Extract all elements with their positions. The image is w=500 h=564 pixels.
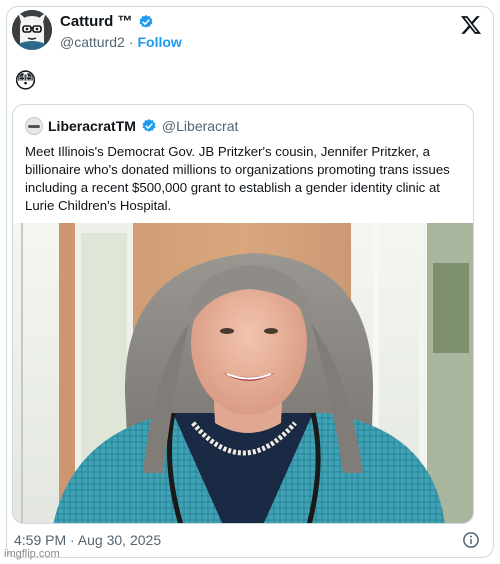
follow-button[interactable]: Follow (137, 34, 181, 50)
quoted-author-row: LiberacratTM @Liberacrat (25, 117, 238, 135)
quoted-photo[interactable] (13, 223, 473, 523)
portrait-photo-image (13, 223, 473, 523)
quoted-author-avatar[interactable] (25, 117, 43, 135)
author-avatar[interactable] (12, 10, 52, 50)
cat-avatar-icon (12, 10, 52, 50)
imgflip-watermark: imgflip.com (4, 548, 60, 560)
quoted-display-name[interactable]: LiberacratTM (48, 118, 136, 134)
author-name-row[interactable]: Catturd ™ (60, 13, 154, 30)
verified-badge-icon (139, 14, 152, 28)
x-logo-icon[interactable] (460, 14, 482, 36)
quoted-handle[interactable]: @Liberacrat (162, 118, 238, 134)
quoted-tweet[interactable]: LiberacratTM @Liberacrat Meet Illinois's… (12, 104, 474, 524)
author-display-name[interactable]: Catturd ™ (60, 13, 133, 30)
quoted-text: Meet Illinois's Democrat Gov. JB Pritzke… (25, 144, 450, 213)
info-icon[interactable] (462, 531, 480, 549)
post-emoji: 😳 (14, 68, 37, 93)
quoted-verified-badge-icon (142, 119, 156, 132)
separator-dot: · (128, 34, 134, 50)
author-handle[interactable]: @catturd2 (60, 34, 125, 50)
author-handle-row: @catturd2 · Follow (60, 34, 182, 50)
post-timestamp[interactable]: 4:59 PM · Aug 30, 2025 (14, 532, 161, 548)
